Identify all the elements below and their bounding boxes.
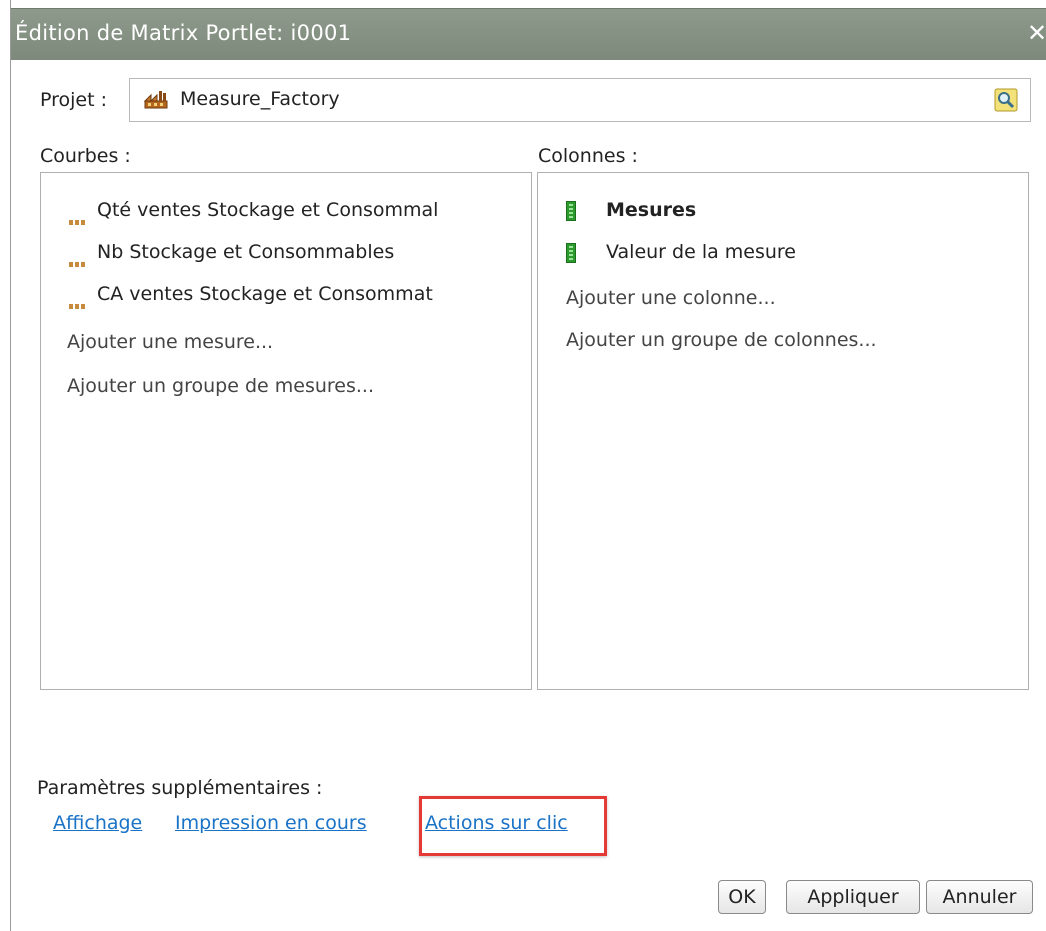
curve-item[interactable]: Nb Stockage et Consommables [41, 241, 525, 267]
apply-button[interactable]: Appliquer [786, 880, 920, 914]
link-affichage[interactable]: Affichage [53, 812, 142, 834]
project-field[interactable]: Measure_Factory [129, 78, 1031, 122]
add-column-link[interactable]: Ajouter une colonne... [538, 287, 1022, 313]
column-item[interactable]: Mesures [538, 199, 1022, 225]
annotation-highlight-box [419, 796, 607, 856]
curve-item-label: Nb Stockage et Consommables [97, 241, 395, 263]
add-column-group-label: Ajouter un groupe de colonnes... [566, 329, 877, 351]
column-bar-icon [566, 243, 576, 263]
measure-dots-icon [69, 251, 87, 267]
add-measure-link[interactable]: Ajouter une mesure... [41, 331, 525, 357]
dialog-titlebar[interactable]: Édition de Matrix Portlet: i0001 ✕ [11, 8, 1046, 60]
project-label: Projet : [40, 89, 108, 111]
cancel-button[interactable]: Annuler [926, 880, 1033, 914]
column-item[interactable]: Valeur de la mesure [538, 241, 1022, 267]
add-column-label: Ajouter une colonne... [566, 287, 776, 309]
column-item-label: Mesures [606, 199, 697, 221]
add-column-group-link[interactable]: Ajouter un groupe de colonnes... [538, 329, 1022, 355]
column-bar-icon [566, 201, 576, 221]
magnifier-icon[interactable] [994, 88, 1018, 112]
columns-panel: Mesures Valeur de la mesure Ajouter une … [537, 172, 1029, 690]
curve-item[interactable]: Qté ventes Stockage et Consommal [41, 199, 525, 225]
edit-portlet-dialog: Édition de Matrix Portlet: i0001 ✕ Proje… [10, 0, 1046, 931]
curve-item-label: CA ventes Stockage et Consommat [97, 283, 433, 305]
add-measure-label: Ajouter une mesure... [67, 331, 274, 353]
add-measure-group-link[interactable]: Ajouter un groupe de mesures... [41, 375, 525, 401]
ok-button[interactable]: OK [718, 880, 766, 914]
columns-header: Colonnes : [538, 145, 638, 167]
measure-dots-icon [69, 293, 87, 309]
project-name: Measure_Factory [180, 88, 340, 110]
curve-item[interactable]: CA ventes Stockage et Consommat [41, 283, 525, 309]
measure-dots-icon [69, 209, 87, 225]
column-item-label: Valeur de la mesure [606, 241, 796, 263]
curve-item-label: Qté ventes Stockage et Consommal [97, 199, 439, 221]
curves-header: Courbes : [40, 145, 131, 167]
factory-icon [143, 89, 168, 114]
add-measure-group-label: Ajouter un groupe de mesures... [67, 375, 374, 397]
close-icon[interactable]: ✕ [1027, 19, 1046, 49]
extra-params-header: Paramètres supplémentaires : [37, 777, 323, 799]
link-impression-en-cours[interactable]: Impression en cours [175, 812, 367, 834]
curves-panel: Qté ventes Stockage et Consommal Nb Stoc… [40, 172, 532, 690]
dialog-title: Édition de Matrix Portlet: i0001 [15, 21, 352, 45]
